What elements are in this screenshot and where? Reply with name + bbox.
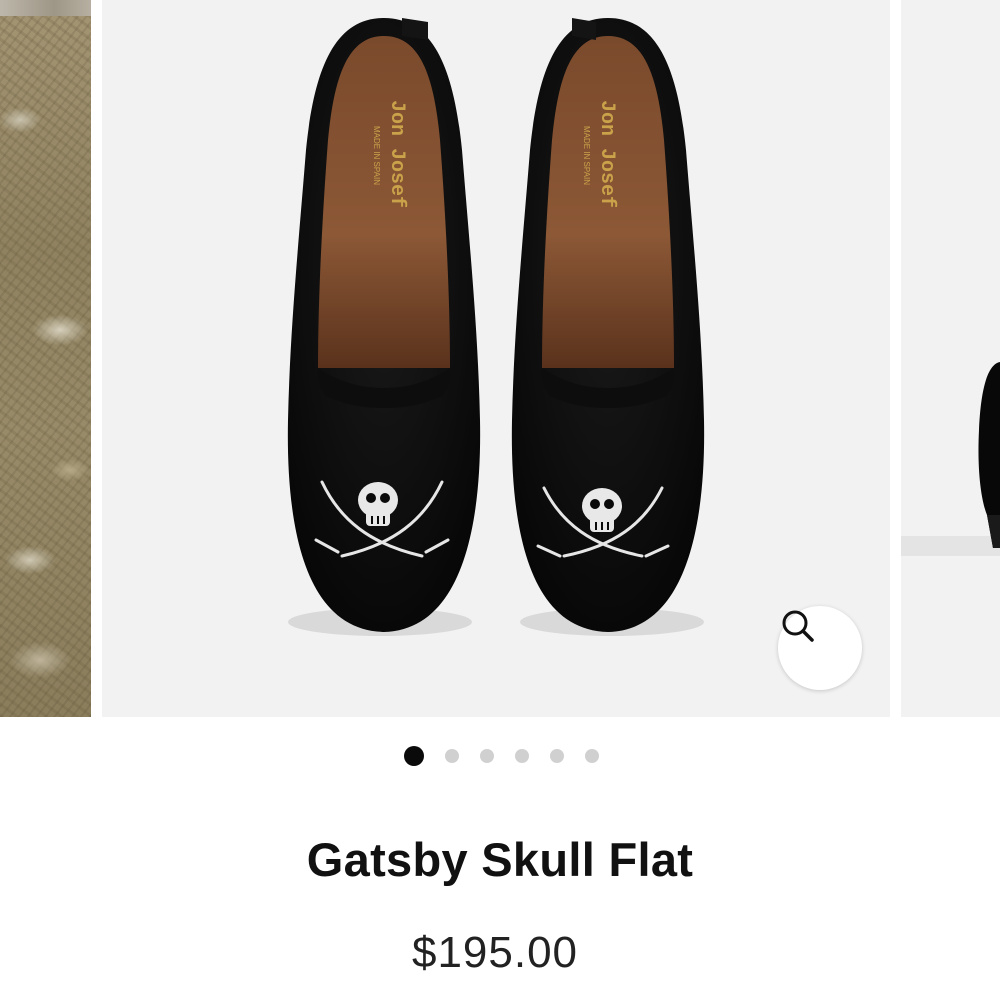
- product-price: $195.00: [411, 928, 579, 977]
- pagination-dot-1[interactable]: [403, 746, 424, 766]
- left-shoe: [287, 18, 481, 632]
- pagination-dot-5[interactable]: [549, 749, 564, 763]
- search-icon: [782, 610, 814, 642]
- pagination-dot-2[interactable]: [444, 749, 459, 763]
- pagination-dot-6[interactable]: [584, 749, 599, 763]
- brand-label-left: Jon Josef: [385, 100, 408, 208]
- pagination-dot-4[interactable]: [514, 749, 529, 763]
- main-product-image[interactable]: Jon Josef MADE IN SPAIN Jon Josef MADE I…: [102, 0, 890, 717]
- made-in-label-right: MADE IN SPAIN: [582, 126, 591, 185]
- zoom-button[interactable]: [778, 606, 862, 690]
- next-shoe-illustration: [901, 362, 1000, 556]
- previous-slide-image[interactable]: [0, 0, 91, 717]
- product-title: Gatsby Skull Flat: [306, 833, 694, 886]
- carousel-pagination: [0, 745, 1000, 767]
- stone-edge: [0, 0, 91, 16]
- made-in-label-left: MADE IN SPAIN: [372, 126, 381, 185]
- next-slide-image[interactable]: [901, 0, 1000, 717]
- image-carousel[interactable]: Jon Josef MADE IN SPAIN Jon Josef MADE I…: [0, 0, 1000, 717]
- shoes-illustration: Jon Josef MADE IN SPAIN Jon Josef MADE I…: [287, 18, 705, 636]
- pagination-dot-3[interactable]: [479, 749, 494, 763]
- brand-label-right: Jon Josef: [595, 100, 618, 208]
